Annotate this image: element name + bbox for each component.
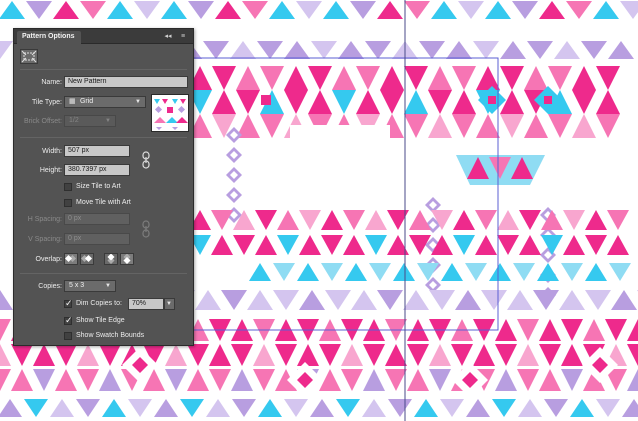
show-swatch-bounds-label: Show Swatch Bounds — [76, 332, 145, 339]
h-spacing-label: H Spacing: — [27, 216, 62, 223]
right-in-front-icon[interactable] — [80, 253, 94, 265]
chain-link-icon — [141, 220, 151, 238]
copies-value: 5 x 3 — [69, 282, 85, 289]
brick-offset-select: 1/2 ▼ — [64, 115, 116, 127]
tile-type-label: Tile Type: — [32, 99, 62, 106]
move-tile-with-art-label: Move Tile with Art — [76, 199, 131, 206]
divider — [20, 137, 187, 138]
dropdown-arrow-icon: ▼ — [105, 118, 111, 124]
brick-offset-value: 1/2 — [69, 117, 79, 124]
show-swatch-bounds-checkbox[interactable] — [64, 332, 72, 340]
pattern-swatch-preview — [151, 94, 189, 132]
height-label: Height: — [39, 167, 62, 174]
dim-copies-field[interactable]: 70% — [128, 298, 164, 310]
overlap-label: Overlap: — [35, 256, 62, 263]
dim-copies-label: Dim Copies to: — [76, 300, 122, 307]
tile-type-select[interactable]: ▦ Grid ▼ — [64, 96, 146, 108]
dim-copies-dropdown[interactable]: ▼ — [164, 298, 175, 310]
checkmark-icon: ✓ — [65, 315, 73, 325]
top-in-front-icon[interactable] — [104, 253, 118, 265]
copies-label: Copies: — [38, 283, 62, 290]
width-label: Width: — [42, 148, 62, 155]
pattern-tile-tool-icon[interactable] — [20, 49, 38, 64]
tile-type-value: Grid — [79, 98, 94, 105]
grid-icon: ▦ — [69, 98, 76, 105]
left-in-front-icon[interactable] — [64, 253, 78, 265]
show-tile-edge-checkbox[interactable]: ✓ — [64, 315, 73, 325]
name-label: Name: — [41, 79, 62, 86]
v-spacing-field: 0 px — [64, 233, 130, 245]
panel-titlebar: Pattern Options ◂◂ ≡ — [14, 29, 193, 44]
dim-copies-checkbox[interactable]: ✓ — [64, 298, 73, 308]
size-tile-to-art-label: Size Tile to Art — [76, 183, 121, 190]
show-tile-edge-label: Show Tile Edge — [76, 317, 125, 324]
divider — [20, 69, 187, 70]
h-spacing-field: 0 px — [64, 213, 130, 225]
pattern-options-panel: Pattern Options ◂◂ ≡ Name: New Pattern T… — [13, 28, 194, 346]
chain-link-icon[interactable] — [141, 151, 151, 169]
copies-select[interactable]: 5 x 3 ▼ — [64, 280, 116, 292]
double-chevron-left-icon[interactable]: ◂◂ — [163, 32, 173, 41]
divider — [20, 273, 187, 274]
panel-menu-icon[interactable]: ≡ — [177, 32, 189, 41]
width-field[interactable]: 507 px — [64, 145, 130, 157]
dropdown-arrow-icon: ▼ — [135, 99, 141, 105]
name-field[interactable]: New Pattern — [64, 76, 188, 88]
size-tile-to-art-checkbox[interactable] — [64, 183, 72, 191]
brick-offset-label: Brick Offset: — [24, 118, 62, 125]
height-field[interactable]: 380.7397 px — [64, 164, 130, 176]
dropdown-arrow-icon: ▼ — [105, 283, 111, 289]
v-spacing-label: V Spacing: — [28, 236, 62, 243]
checkmark-icon: ✓ — [65, 298, 73, 308]
move-tile-with-art-checkbox[interactable] — [64, 199, 72, 207]
bottom-in-front-icon[interactable] — [120, 253, 134, 265]
panel-tab-pattern-options[interactable]: Pattern Options — [17, 31, 81, 44]
dropdown-arrow-icon: ▼ — [166, 301, 172, 307]
